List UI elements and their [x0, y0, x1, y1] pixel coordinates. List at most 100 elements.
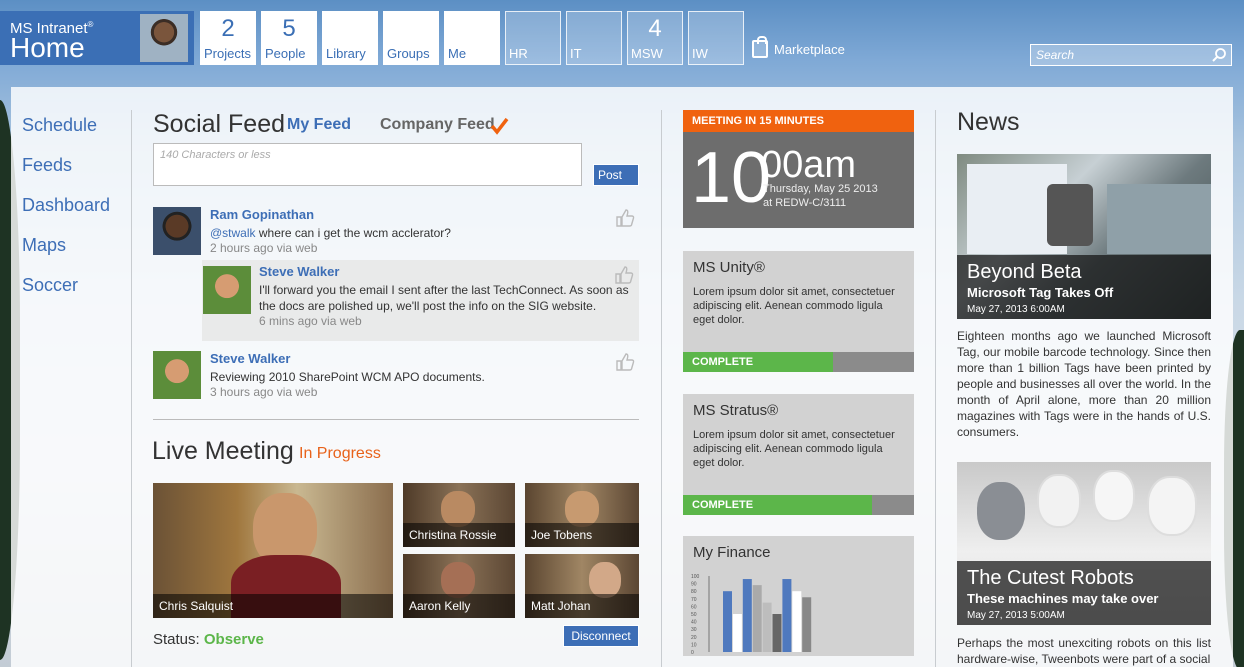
news-item[interactable]: Beyond Beta Microsoft Tag Takes Off May … — [957, 154, 1211, 319]
avatar[interactable] — [203, 266, 251, 314]
post-author[interactable]: Ram Gopinathan — [210, 207, 314, 222]
video-tile[interactable]: Matt Johan — [525, 554, 639, 618]
news-image-phone — [1047, 184, 1093, 246]
avatar[interactable] — [153, 351, 201, 399]
finance-chart: 1009080706050403020100 — [691, 574, 812, 654]
y-tick-label: 40 — [691, 620, 697, 626]
finance-bar — [752, 585, 762, 652]
participant-name: Christina Rossie — [403, 523, 515, 547]
thumbs-up-icon[interactable] — [614, 266, 634, 284]
avatar[interactable] — [153, 207, 201, 255]
news-image-bus — [1107, 184, 1211, 254]
participant-face — [589, 562, 621, 598]
live-meeting-title: Live Meeting — [152, 437, 294, 465]
nav-item-schedule[interactable]: Schedule — [22, 113, 122, 153]
news-item[interactable]: The Cutest Robots These machines may tak… — [957, 462, 1211, 625]
post-time: 2 hours ago via web — [210, 241, 318, 255]
card-title: MS Stratus® — [693, 402, 779, 419]
participant-face — [441, 562, 475, 598]
post-button[interactable]: Post — [593, 164, 639, 186]
tile-people[interactable]: 5 People — [261, 11, 317, 65]
progress-label: COMPLETE — [692, 356, 754, 368]
finance-bar — [782, 579, 792, 652]
news-date: May 27, 2013 6:00AM — [967, 304, 1065, 315]
tile-library[interactable]: Library — [322, 11, 378, 65]
meeting-state: In Progress — [299, 445, 381, 462]
tile-groups[interactable]: Groups — [383, 11, 439, 65]
card-title: My Finance — [693, 544, 771, 561]
y-tick-label: 60 — [691, 604, 697, 610]
shopping-bag-icon — [752, 36, 768, 58]
thumbs-up-icon[interactable] — [615, 209, 635, 227]
next-meeting-card[interactable]: MEETING IN 15 MINUTES 10 00am Thursday, … — [683, 110, 914, 228]
section-divider — [153, 419, 639, 420]
y-tick-label: 0 — [691, 650, 694, 654]
tile-hr[interactable]: HR — [505, 11, 561, 65]
disconnect-button[interactable]: Disconnect — [563, 625, 639, 647]
post-author[interactable]: Steve Walker — [259, 264, 339, 279]
top-bar: MS Intranet® Home 2 Projects 5 People Li… — [0, 0, 1244, 80]
divider — [131, 110, 132, 667]
finance-bar — [792, 591, 802, 652]
nav-item-maps[interactable]: Maps — [22, 233, 122, 273]
meeting-minutes: 00am — [761, 144, 857, 186]
participant-face — [565, 491, 599, 527]
tile-msw[interactable]: 4 MSW — [627, 11, 683, 65]
video-tile[interactable]: Christina Rossie — [403, 483, 515, 547]
y-tick-label: 10 — [691, 642, 697, 648]
meeting-details: Thursday, May 25 2013 at REDW-C/3111 — [763, 183, 878, 209]
feed-post: Steve Walker Reviewing 2010 SharePoint W… — [153, 351, 639, 403]
feed-post: Ram Gopinathan @stwalk where can i get t… — [153, 207, 639, 259]
y-tick-label: 90 — [691, 582, 697, 588]
post-text: @stwalk where can i get the wcm acclerat… — [210, 226, 451, 240]
search-box — [1030, 44, 1232, 66]
feed-reply: Steve Walker I'll forward you the email … — [202, 260, 639, 341]
video-tile[interactable]: Joe Tobens — [525, 483, 639, 547]
card-body: Lorem ipsum dolor sit amet, consectetuer… — [693, 429, 895, 469]
tile-iw[interactable]: IW — [688, 11, 744, 65]
post-author[interactable]: Steve Walker — [210, 351, 290, 366]
finance-bar — [732, 614, 742, 652]
progress-label: COMPLETE — [692, 499, 754, 511]
video-main[interactable]: Chris Salquist — [153, 483, 393, 618]
tab-company-feed[interactable]: Company Feed — [380, 116, 495, 134]
participant-face — [441, 491, 475, 527]
video-tile[interactable]: Aaron Kelly — [403, 554, 515, 618]
y-tick-label: 20 — [691, 635, 697, 641]
app-title: Home — [10, 32, 85, 63]
brand-home-tile[interactable]: MS Intranet® Home — [0, 11, 194, 65]
y-tick-label: 80 — [691, 589, 697, 595]
user-avatar[interactable] — [140, 14, 188, 62]
meeting-banner: MEETING IN 15 MINUTES — [683, 110, 914, 132]
mention-link[interactable]: @stwalk — [210, 226, 256, 240]
news-headline: The Cutest Robots — [967, 567, 1134, 589]
news-image-robot — [1147, 476, 1197, 536]
nav-item-dashboard[interactable]: Dashboard — [22, 193, 122, 233]
participant-name: Joe Tobens — [525, 523, 639, 547]
project-card[interactable]: MS Stratus® Lorem ipsum dolor sit amet, … — [683, 394, 914, 515]
project-card[interactable]: MS Unity® Lorem ipsum dolor sit amet, co… — [683, 251, 914, 372]
post-text: I'll forward you the email I sent after … — [259, 283, 629, 313]
thumbs-up-icon[interactable] — [615, 353, 635, 371]
finance-bar — [802, 597, 812, 652]
participant-name: Chris Salquist — [153, 594, 393, 618]
checkmark-icon — [490, 117, 509, 135]
news-title: News — [957, 108, 1020, 136]
search-input[interactable] — [1031, 45, 1207, 65]
divider — [661, 110, 662, 667]
post-input[interactable] — [154, 144, 581, 185]
news-overlay: Beyond Beta Microsoft Tag Takes Off May … — [957, 255, 1211, 319]
finance-card[interactable]: My Finance 100 90 80 70 60 50 40 30 20 10 0 — [683, 536, 914, 656]
card-title: MS Unity® — [693, 259, 765, 276]
tile-it[interactable]: IT — [566, 11, 622, 65]
tile-projects[interactable]: 2 Projects — [200, 11, 256, 65]
post-time: 6 mins ago via web — [259, 314, 362, 328]
search-icon[interactable] — [1211, 47, 1227, 63]
nav-item-soccer[interactable]: Soccer — [22, 273, 122, 313]
nav-item-feeds[interactable]: Feeds — [22, 153, 122, 193]
marketplace-link[interactable]: Marketplace — [752, 36, 845, 58]
finance-bar — [762, 602, 772, 652]
finance-bar — [772, 614, 782, 652]
tab-my-feed[interactable]: My Feed — [287, 116, 351, 134]
tile-me[interactable]: Me — [444, 11, 500, 65]
